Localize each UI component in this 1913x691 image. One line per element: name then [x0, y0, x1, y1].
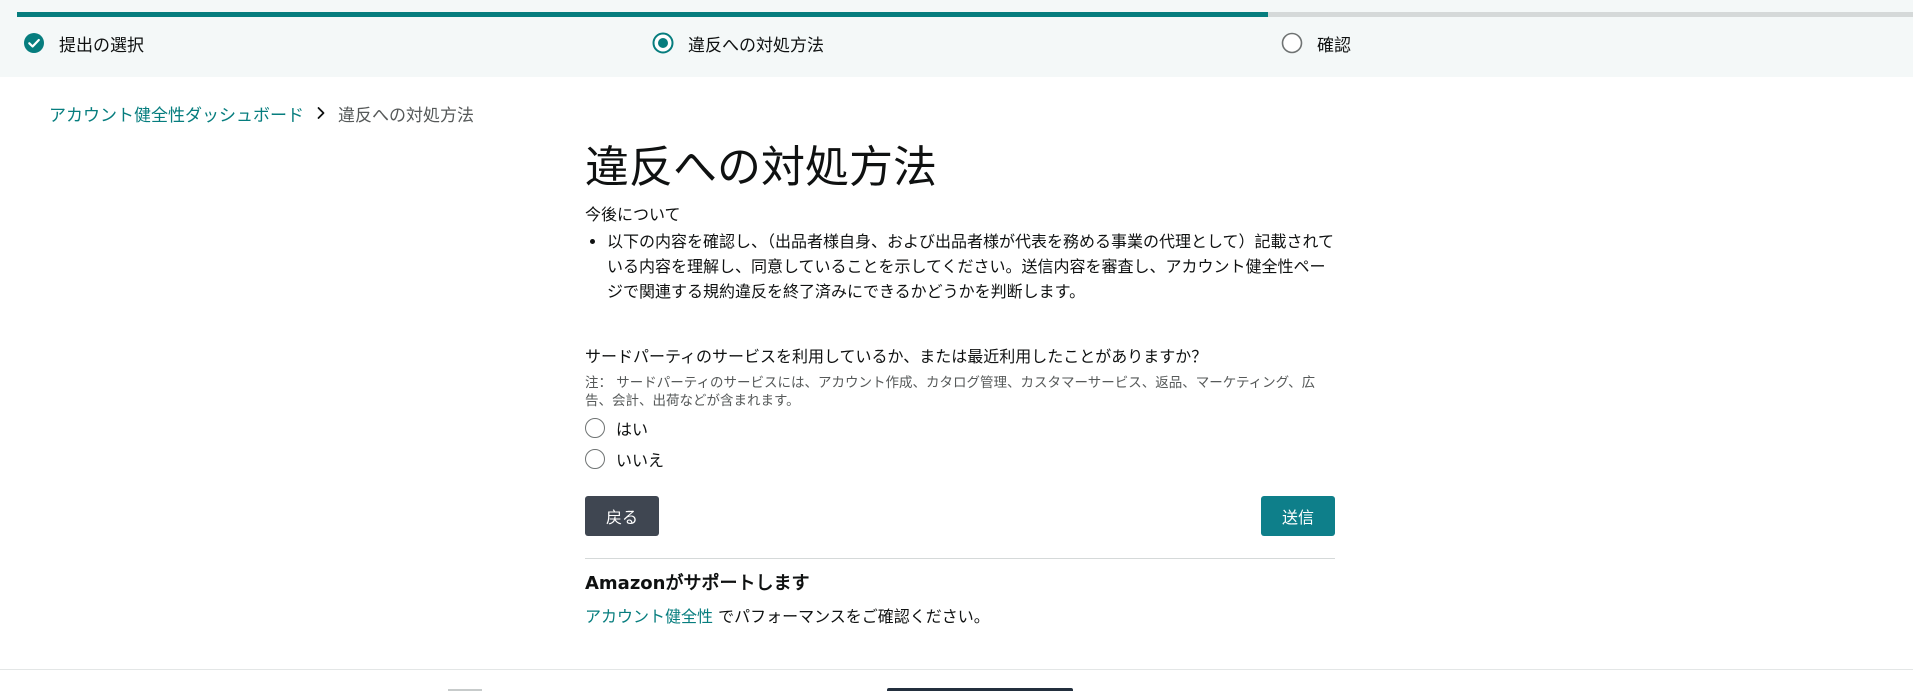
- step-confirm: 確認: [1281, 30, 1351, 56]
- breadcrumb: アカウント健全性ダッシュボード 違反への対処方法: [49, 100, 474, 126]
- support-text: アカウント健全性 でパフォーマンスをご確認ください。: [585, 605, 1335, 629]
- radio-button[interactable]: [585, 448, 605, 469]
- radio-button[interactable]: [585, 417, 605, 438]
- chevron-right-icon: [316, 106, 326, 120]
- support-title: Amazonがサポートします: [585, 573, 810, 594]
- progress-fill: [17, 12, 1269, 17]
- account-health-link[interactable]: アカウント健全性: [585, 607, 713, 626]
- step-select-submission: 提出の選択: [23, 30, 144, 56]
- main-content: 違反への対処方法 今後について 以下の内容を確認し、（出品者様自身、および出品者…: [585, 138, 1335, 629]
- radio-option-no[interactable]: いいえ: [585, 443, 1335, 474]
- submit-button[interactable]: 送信: [1261, 496, 1335, 536]
- breadcrumb-account-health-link[interactable]: アカウント健全性ダッシュボード: [49, 101, 304, 126]
- step-label: 違反への対処方法: [688, 35, 824, 56]
- step-label: 提出の選択: [59, 35, 144, 56]
- radio-label: はい: [616, 419, 649, 439]
- radio-label: いいえ: [616, 450, 665, 470]
- back-button[interactable]: 戻る: [585, 496, 659, 536]
- radio-empty-icon: [1281, 32, 1303, 54]
- breadcrumb-current: 違反への対処方法: [338, 105, 474, 126]
- instructions-list: 以下の内容を確認し、（出品者様自身、および出品者様が代表を務める事業の代理として…: [585, 229, 1335, 304]
- step-label: 確認: [1317, 35, 1351, 56]
- radio-group: はい いいえ: [585, 412, 1335, 474]
- section-title: 今後について: [585, 205, 681, 224]
- support-text-body: でパフォーマンスをご確認ください。: [713, 607, 990, 626]
- page-title: 違反への対処方法: [585, 142, 937, 193]
- question-note: 注： サードパーティのサービスには、アカウント作成、カタログ管理、カスタマーサー…: [585, 375, 1316, 409]
- radio-current-icon: [652, 32, 674, 54]
- divider: [585, 558, 1335, 559]
- radio-option-yes[interactable]: はい: [585, 412, 1335, 443]
- progress-stepper: 提出の選択 違反への対処方法 確認: [0, 0, 1913, 77]
- list-item: 以下の内容を確認し、（出品者様自身、および出品者様が代表を務める事業の代理として…: [607, 229, 1335, 304]
- check-circle-icon: [23, 32, 45, 54]
- step-violation-handling: 違反への対処方法: [652, 30, 824, 56]
- progress-track: [17, 12, 1913, 17]
- question-label: サードパーティのサービスを利用しているか、または最近利用したことがありますか？: [585, 347, 1208, 366]
- footer-divider: [0, 669, 1913, 670]
- form-actions: 戻る 送信: [585, 496, 1335, 536]
